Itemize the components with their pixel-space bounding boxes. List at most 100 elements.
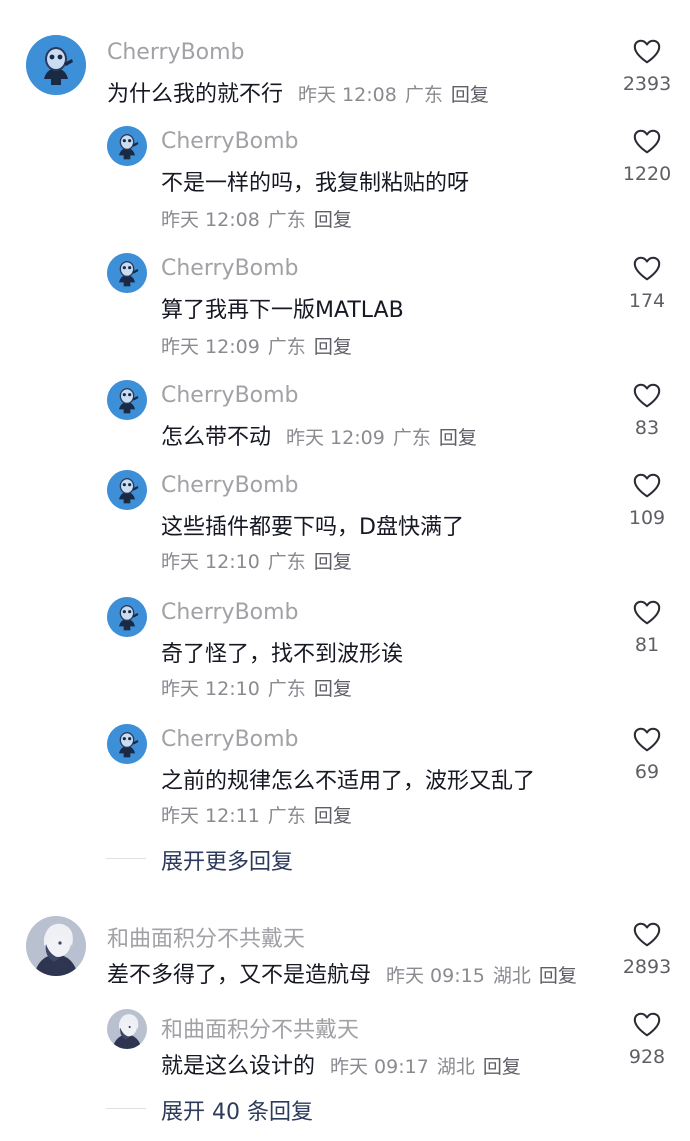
reply-item: 和曲面积分不共戴天 就是这么设计的 昨天 09:17 湖北 回复 928 bbox=[0, 1005, 690, 1085]
like-button[interactable]: 928 bbox=[612, 1010, 682, 1068]
user-avatar-icon bbox=[107, 470, 147, 510]
avatar[interactable] bbox=[107, 724, 147, 764]
like-count: 109 bbox=[628, 507, 666, 529]
reply-button[interactable]: 回复 bbox=[451, 84, 489, 106]
comment-time: 昨天 12:09 bbox=[161, 336, 260, 358]
comment-location: 湖北 bbox=[492, 965, 531, 987]
heart-icon bbox=[632, 471, 662, 501]
like-count: 928 bbox=[628, 1046, 666, 1068]
heart-icon bbox=[632, 254, 662, 284]
reply-item: CherryBomb 之前的规律怎么不适用了，波形又乱了 昨天 12:11 广东回… bbox=[0, 718, 690, 828]
like-count: 1220 bbox=[622, 163, 672, 185]
heart-icon bbox=[632, 127, 662, 157]
username[interactable]: CherryBomb bbox=[161, 129, 299, 154]
comment-time: 昨天 12:10 bbox=[161, 678, 260, 700]
comment-meta: 昨天 12:11 广东 回复 bbox=[161, 801, 352, 828]
reply-button[interactable]: 回复 bbox=[314, 678, 352, 700]
comment-location: 广东 bbox=[392, 427, 431, 449]
reply-button[interactable]: 回复 bbox=[314, 209, 352, 231]
like-button[interactable]: 109 bbox=[612, 471, 682, 529]
user-avatar-icon bbox=[107, 380, 147, 420]
avatar[interactable] bbox=[107, 470, 147, 510]
comment-text: 怎么带不动 昨天 12:09 广东 回复 bbox=[161, 419, 477, 451]
like-button[interactable]: 81 bbox=[612, 598, 682, 656]
like-count: 2893 bbox=[622, 956, 672, 978]
reply-button[interactable]: 回复 bbox=[314, 551, 352, 573]
avatar[interactable] bbox=[107, 380, 147, 420]
user-avatar-icon bbox=[107, 126, 147, 166]
comment-location: 广东 bbox=[267, 678, 306, 700]
user-avatar-icon bbox=[107, 724, 147, 764]
comment-body: 就是这么设计的 bbox=[161, 1054, 316, 1079]
comment-time: 昨天 12:11 bbox=[161, 805, 260, 827]
comment-meta: 昨天 12:08 广东 回复 bbox=[161, 205, 352, 232]
avatar[interactable] bbox=[26, 35, 86, 95]
comment-body: 差不多得了，又不是造航母 bbox=[107, 963, 372, 988]
username[interactable]: CherryBomb bbox=[107, 40, 245, 65]
comment-text: 就是这么设计的 昨天 09:17 湖北 回复 bbox=[161, 1048, 521, 1080]
like-button[interactable]: 83 bbox=[612, 381, 682, 439]
reply-item: CherryBomb 怎么带不动 昨天 12:09 广东 回复 83 bbox=[0, 374, 690, 454]
reply-button[interactable]: 回复 bbox=[539, 965, 577, 987]
comment-location: 广东 bbox=[267, 551, 306, 573]
username[interactable]: 和曲面积分不共戴天 bbox=[161, 1012, 359, 1044]
like-button[interactable]: 174 bbox=[612, 254, 682, 312]
comment-body: 之前的规律怎么不适用了，波形又乱了 bbox=[161, 769, 536, 794]
comment-body: 为什么我的就不行 bbox=[107, 82, 284, 107]
like-count: 69 bbox=[634, 761, 660, 783]
avatar[interactable] bbox=[26, 916, 86, 976]
comment-body: 这些插件都要下吗，D盘快满了 bbox=[161, 515, 464, 540]
comment-item: 和曲面积分不共戴天 差不多得了，又不是造航母 昨天 09:15 湖北 回复 2893 bbox=[0, 905, 690, 995]
comment-location: 广东 bbox=[267, 209, 306, 231]
heart-icon bbox=[632, 725, 662, 755]
reply-item: CherryBomb 算了我再下一版MATLAB 昨天 12:09 广东 回复 17… bbox=[0, 247, 690, 359]
comment-time: 昨天 12:08 bbox=[298, 84, 397, 106]
comment-item: CherryBomb 为什么我的就不行 昨天 12:08 广东 回复 2393 bbox=[0, 0, 690, 110]
like-count: 83 bbox=[634, 417, 660, 439]
user-avatar-icon bbox=[26, 916, 86, 976]
comment-time: 昨天 12:08 bbox=[161, 209, 260, 231]
avatar[interactable] bbox=[107, 597, 147, 637]
username[interactable]: CherryBomb bbox=[161, 600, 299, 625]
comment-time: 昨天 09:17 bbox=[330, 1056, 429, 1078]
reply-button[interactable]: 回复 bbox=[314, 805, 352, 827]
expand-replies-label: 展开更多回复 bbox=[161, 850, 294, 875]
like-button[interactable]: 69 bbox=[612, 725, 682, 783]
like-button[interactable]: 1220 bbox=[612, 127, 682, 185]
username[interactable]: CherryBomb bbox=[161, 727, 299, 752]
like-count: 81 bbox=[634, 634, 660, 656]
comment-meta: 昨天 12:10 广东 回复 bbox=[161, 547, 352, 574]
comment-body: 奇了怪了，找不到波形诶 bbox=[161, 642, 404, 667]
comment-time: 昨天 12:09 bbox=[286, 427, 385, 449]
user-avatar-icon bbox=[26, 35, 86, 95]
expand-replies-button[interactable]: 展开 40 条回复 bbox=[106, 1094, 506, 1125]
comment-time: 昨天 09:15 bbox=[386, 965, 485, 987]
username[interactable]: CherryBomb bbox=[161, 473, 299, 498]
username[interactable]: 和曲面积分不共戴天 bbox=[107, 921, 305, 953]
avatar[interactable] bbox=[107, 1009, 147, 1049]
comment-location: 广东 bbox=[404, 84, 443, 106]
heart-icon bbox=[632, 381, 662, 411]
username[interactable]: CherryBomb bbox=[161, 256, 299, 281]
heart-icon bbox=[632, 1010, 662, 1040]
heart-icon bbox=[632, 920, 662, 950]
reply-button[interactable]: 回复 bbox=[483, 1056, 521, 1078]
comment-text: 差不多得了，又不是造航母 昨天 09:15 湖北 回复 bbox=[107, 957, 577, 989]
avatar[interactable] bbox=[107, 253, 147, 293]
reply-button[interactable]: 回复 bbox=[314, 336, 352, 358]
comment-meta: 昨天 12:09 广东 回复 bbox=[161, 332, 352, 359]
comment-text: 为什么我的就不行 昨天 12:08 广东 回复 bbox=[107, 76, 489, 108]
comment-time: 昨天 12:10 bbox=[161, 551, 260, 573]
like-button[interactable]: 2393 bbox=[612, 37, 682, 95]
reply-button[interactable]: 回复 bbox=[439, 427, 477, 449]
reply-item: CherryBomb 奇了怪了，找不到波形诶 昨天 12:10 广东 回复 81 bbox=[0, 591, 690, 701]
like-count: 2393 bbox=[622, 73, 672, 95]
comment-location: 广东 bbox=[267, 336, 306, 358]
user-avatar-icon bbox=[107, 597, 147, 637]
avatar[interactable] bbox=[107, 126, 147, 166]
expand-replies-button[interactable]: 展开更多回复 bbox=[106, 844, 506, 875]
comment-body: 算了我再下一版MATLAB bbox=[161, 298, 404, 323]
user-avatar-icon bbox=[107, 253, 147, 293]
username[interactable]: CherryBomb bbox=[161, 383, 299, 408]
like-button[interactable]: 2893 bbox=[612, 920, 682, 978]
